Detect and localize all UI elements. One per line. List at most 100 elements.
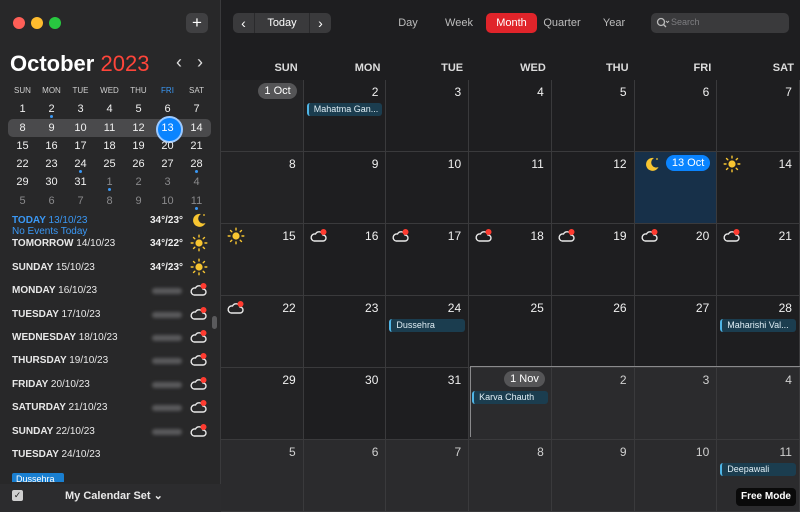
- mini-day-cell[interactable]: 1: [8, 100, 37, 118]
- day-cell[interactable]: 12: [551, 152, 635, 224]
- agenda-scrollbar[interactable]: [212, 316, 217, 329]
- calendar-event[interactable]: Karva Chauth: [472, 391, 548, 404]
- day-cell[interactable]: 4: [717, 368, 800, 440]
- agenda-day-row[interactable]: THURSDAY 19/10/23: [0, 352, 221, 375]
- day-cell[interactable]: 1 Oct: [221, 80, 304, 152]
- agenda-day-row[interactable]: WEDNESDAY 18/10/23: [0, 329, 221, 352]
- mini-day-cell[interactable]: 28: [182, 155, 211, 174]
- mini-day-cell[interactable]: 2: [37, 100, 66, 119]
- mini-day-cell[interactable]: 22: [8, 155, 37, 173]
- mini-day-cell[interactable]: 1: [95, 173, 124, 192]
- day-cell[interactable]: 7: [386, 440, 470, 512]
- mini-prev-month-button[interactable]: ‹: [176, 52, 182, 73]
- mini-day-cell[interactable]: 29: [8, 173, 37, 191]
- day-cell[interactable]: 8: [469, 440, 552, 512]
- day-cell[interactable]: 16: [303, 224, 387, 296]
- mini-day-cell[interactable]: 11: [182, 192, 211, 210]
- mini-day-cell[interactable]: 5: [124, 100, 153, 118]
- tab-year[interactable]: Year: [601, 13, 627, 33]
- mini-day-cell[interactable]: 25: [95, 155, 124, 173]
- agenda-day-row[interactable]: SUNDAY 22/10/23: [0, 423, 221, 446]
- agenda-day-row[interactable]: SUNDAY 15/10/23 34°/23°: [0, 258, 221, 282]
- calendar-set-selector[interactable]: My Calendar Set ⌄: [65, 489, 163, 502]
- day-cell[interactable]: 4: [469, 80, 552, 152]
- next-month-button[interactable]: ›: [309, 13, 331, 33]
- day-cell[interactable]: 15: [221, 224, 304, 296]
- day-cell[interactable]: 27: [634, 296, 718, 368]
- mini-day-cell[interactable]: 4: [95, 100, 124, 118]
- calendar-event[interactable]: Deepawali: [720, 463, 796, 476]
- calendar-event[interactable]: Mahatma Gan...: [306, 103, 383, 116]
- mini-day-cell[interactable]: 7: [182, 100, 211, 118]
- day-cell[interactable]: 13 Oct: [634, 152, 718, 224]
- day-cell[interactable]: 20: [634, 224, 718, 296]
- day-cell[interactable]: 10: [634, 440, 718, 512]
- agenda-day-row[interactable]: TUESDAY 24/10/23: [0, 446, 221, 469]
- mini-day-cell[interactable]: 14: [182, 119, 211, 137]
- day-cell[interactable]: 2 Mahatma Gan...: [303, 80, 387, 152]
- mini-day-cell[interactable]: 2: [124, 173, 153, 191]
- agenda-day-row[interactable]: TUESDAY 17/10/23: [0, 306, 221, 329]
- mini-day-cell[interactable]: 9: [37, 119, 66, 137]
- day-cell[interactable]: 19: [551, 224, 635, 296]
- mini-day-cell[interactable]: 24: [66, 155, 95, 174]
- day-cell[interactable]: 6: [303, 440, 387, 512]
- mini-day-cell[interactable]: 6: [37, 192, 66, 210]
- day-cell[interactable]: 2: [551, 368, 635, 440]
- day-cell[interactable]: 17: [386, 224, 470, 296]
- day-cell[interactable]: 7: [717, 80, 800, 152]
- add-event-button[interactable]: +: [186, 13, 208, 33]
- day-cell[interactable]: 22: [221, 296, 304, 368]
- day-cell[interactable]: 8: [221, 152, 304, 224]
- calendar-set-checkbox[interactable]: ✓: [12, 490, 23, 501]
- mini-next-month-button[interactable]: ›: [197, 52, 203, 73]
- calendar-event[interactable]: Dussehra: [389, 319, 466, 332]
- mini-day-cell[interactable]: 13: [153, 115, 183, 143]
- close-window-button[interactable]: [13, 17, 25, 29]
- agenda-event-chip[interactable]: Dussehra: [12, 473, 64, 482]
- day-cell[interactable]: 3: [634, 368, 718, 440]
- mini-day-cell[interactable]: 3: [153, 173, 182, 191]
- mini-day-cell[interactable]: 17: [66, 137, 95, 155]
- today-button[interactable]: Today: [255, 13, 309, 33]
- agenda-day-row[interactable]: TODAY 13/10/23 No Events Today 34°/23°: [0, 212, 221, 237]
- day-cell[interactable]: 10: [386, 152, 470, 224]
- mini-day-cell[interactable]: 30: [37, 173, 66, 191]
- mini-day-cell[interactable]: 12: [124, 119, 153, 137]
- day-cell[interactable]: 6: [634, 80, 718, 152]
- day-cell[interactable]: 30: [303, 368, 387, 440]
- mini-day-cell[interactable]: 15: [8, 137, 37, 155]
- zoom-window-button[interactable]: [49, 17, 61, 29]
- day-cell[interactable]: 5: [221, 440, 304, 512]
- calendar-event[interactable]: Maharishi Val...: [720, 319, 796, 332]
- mini-day-cell[interactable]: 19: [124, 137, 153, 155]
- day-cell[interactable]: 14: [717, 152, 800, 224]
- mini-day-cell[interactable]: 27: [153, 155, 182, 173]
- tab-quarter[interactable]: Quarter: [541, 13, 583, 33]
- day-cell[interactable]: 9: [551, 440, 635, 512]
- day-cell[interactable]: 29: [221, 368, 304, 440]
- day-cell[interactable]: 26: [551, 296, 635, 368]
- mini-day-cell[interactable]: 23: [37, 155, 66, 173]
- day-cell[interactable]: 21: [717, 224, 800, 296]
- day-cell[interactable]: 3: [386, 80, 470, 152]
- search-field[interactable]: Search: [651, 13, 789, 33]
- day-cell[interactable]: 23: [303, 296, 387, 368]
- tab-week[interactable]: Week: [441, 13, 477, 33]
- mini-day-cell[interactable]: 7: [66, 192, 95, 210]
- mini-day-cell[interactable]: 16: [37, 137, 66, 155]
- mini-day-cell[interactable]: 10: [153, 192, 182, 210]
- mini-day-cell[interactable]: 3: [66, 100, 95, 118]
- agenda-day-row[interactable]: FRIDAY 20/10/23: [0, 376, 221, 399]
- day-cell[interactable]: 1 Nov Karva Chauth: [469, 368, 552, 440]
- previous-month-button[interactable]: ‹: [233, 13, 255, 33]
- mini-day-cell[interactable]: 9: [124, 192, 153, 210]
- mini-day-cell[interactable]: 18: [95, 137, 124, 155]
- mini-day-cell[interactable]: 8: [95, 192, 124, 210]
- mini-day-cell[interactable]: 31: [66, 173, 95, 191]
- mini-day-cell[interactable]: 20: [153, 137, 182, 155]
- mini-day-cell[interactable]: 5: [8, 192, 37, 210]
- day-cell[interactable]: 28 Maharishi Val...: [717, 296, 800, 368]
- agenda-day-row[interactable]: SATURDAY 21/10/23: [0, 399, 221, 422]
- minimize-window-button[interactable]: [31, 17, 43, 29]
